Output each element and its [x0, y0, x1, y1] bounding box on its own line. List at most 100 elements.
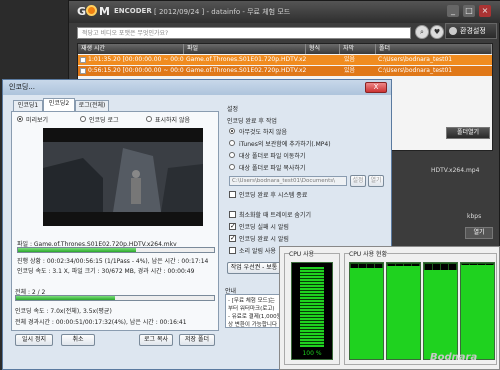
radio-do-nothing[interactable] — [229, 128, 235, 134]
row-time: 1:01:35.20 [00:00:00.00 ~ 00:00:00.00] — [88, 56, 184, 63]
cpu-usage-bar — [300, 267, 324, 347]
cpu-history-title: CPU 사용 현황 — [349, 249, 388, 258]
radio-preview[interactable] — [17, 116, 23, 122]
logo-letter-g: G — [77, 5, 87, 18]
sound-checkbox[interactable] — [229, 247, 236, 254]
speed-stat-line: 인코딩 속도 : 3.1 X, 파일 크기 : 30/672 MB, 경과 시간… — [17, 268, 195, 275]
radio-log-label: 인코딩 로그 — [89, 117, 119, 124]
open-button[interactable]: 열기 — [465, 227, 493, 239]
total-progress-fill — [16, 296, 115, 300]
table-row[interactable]: 0:56:15.20 [00:00:00.00 ~ 00:00:00.00] G… — [78, 66, 492, 76]
pause-button[interactable]: 일시 정지 — [15, 334, 53, 346]
settings-title: 설정 — [227, 106, 239, 113]
radio-hide[interactable] — [146, 116, 152, 122]
shutdown-label: 인코딩 완료 후 시스템 종료 — [239, 192, 308, 199]
notice-line: 상 변환이 가능합니다 — [228, 322, 278, 328]
core-graph — [423, 262, 458, 360]
maximize-button[interactable]: □ — [463, 5, 475, 17]
notice-line: 부터 워터마크(로고) — [228, 306, 275, 312]
notify-fail-checkbox[interactable] — [229, 222, 236, 230]
tray-checkbox[interactable] — [229, 211, 236, 218]
column-header-format[interactable]: 형식 — [306, 44, 340, 54]
priority-dropdown[interactable]: 작업 우선권 - 보통 — [227, 262, 281, 274]
dialog-close-button[interactable]: X — [365, 82, 387, 93]
cpu-usage-meter: 100 % — [291, 262, 333, 360]
cpu-usage-group: CPU 사용 100 % — [284, 249, 340, 365]
core-graph — [460, 262, 495, 360]
shutdown-checkbox[interactable] — [229, 191, 236, 198]
watermark-logo: Bodnara — [430, 352, 478, 363]
copy-log-button[interactable]: 로그 복사 — [139, 334, 173, 346]
total-progress-bar — [15, 295, 215, 301]
cpu-history-group: CPU 사용 현황 — [344, 249, 497, 365]
gear-icon — [449, 27, 457, 35]
title-bar[interactable]: G M ENCODER [ 2012/09/24 ] - datainfo - … — [69, 1, 500, 23]
radio-encoding-log[interactable] — [80, 116, 86, 122]
video-frame-image — [43, 128, 203, 226]
notify-fail-label: 인코딩 실패 시 알림 — [239, 224, 289, 231]
total-speed-line: 인코딩 속도 : 7.0x(전체), 3.5x(평균) — [15, 308, 112, 315]
after-complete-label: 인코딩 완료 후 작업 — [227, 118, 277, 125]
row-checkbox[interactable] — [80, 68, 86, 74]
notice-box: - [무료 체험 모드]는 부터 워터마크(로고) - 유료로 결제(1,000… — [225, 294, 281, 328]
core-graph — [386, 262, 421, 360]
core-graph — [349, 262, 384, 360]
row-folder: C:\Users\bodnara_test01 — [378, 56, 453, 63]
row-file: Game.of.Thrones.S01E02.720p.HDTV.x264.MK… — [186, 67, 306, 74]
progress-stat-line: 진행 상황 : 00:02:34/00:56:15 (1/1Pass - 4%)… — [17, 258, 209, 265]
logo-letter-m: M — [99, 5, 110, 18]
core-graph-fill — [350, 267, 383, 359]
column-header-time[interactable]: 재생 시간 — [78, 44, 184, 54]
cpu-usage-value: 100 % — [302, 350, 322, 357]
cpu-usage-title: CPU 사용 — [289, 249, 315, 258]
radio-move-label: 대상 폴더로 파일 이동하기 — [239, 153, 306, 160]
file-progress-bar — [17, 247, 215, 253]
tray-label: 최소화할 때 트레이로 숨기기 — [239, 212, 311, 219]
minimize-button[interactable]: _ — [447, 5, 459, 17]
radio-itunes[interactable] — [229, 140, 235, 146]
app-version-text: [ 2012/09/24 ] - datainfo - 무료 체험 모드 — [154, 8, 291, 16]
radio-copy-label: 대상 폴더로 파일 복사하기 — [239, 165, 306, 172]
path-open-button[interactable]: 열기 — [368, 175, 384, 187]
close-button[interactable]: × — [479, 5, 491, 17]
table-row[interactable]: 1:01:35.20 [00:00:00.00 ~ 00:00:00.00] G… — [78, 55, 492, 65]
total-time-line: 전체 경과시간 : 00:00:51/00:17:32(4%), 남은 시간 :… — [15, 319, 187, 326]
favorite-icon[interactable]: ♥ — [430, 25, 444, 39]
search-input[interactable]: 적당고 비디오 포맷은 무엇인가요? — [77, 27, 411, 39]
save-folder-button[interactable]: 저장 폴더 — [179, 334, 215, 346]
column-header-subtitle[interactable]: 자막 — [340, 44, 376, 54]
file-progress-fill — [18, 248, 136, 252]
notice-line: - 유료로 결제(1,000원 — [228, 314, 281, 320]
row-subtitle: 있음 — [344, 67, 356, 74]
target-path-field[interactable]: C:\Users\bodnara_test01\Documents\ — [229, 176, 347, 186]
open-folder-button[interactable]: 폴더열기 — [446, 127, 490, 139]
core-graph-fill — [424, 269, 457, 359]
search-icon[interactable]: ⌕ — [415, 25, 429, 39]
dialog-title[interactable]: 인코딩... — [3, 80, 391, 95]
cancel-button[interactable]: 취소 — [61, 334, 95, 346]
logo-circle-icon — [86, 5, 97, 16]
logo-encoder-text: ENCODER — [114, 7, 152, 15]
core-graph-fill — [387, 265, 420, 359]
sound-label: 소리 알림 사용 — [239, 248, 276, 255]
path-set-button[interactable]: 설정 — [350, 175, 366, 187]
notice-line: - [무료 체험 모드]는 — [228, 298, 275, 304]
row-file: Game.of.Thrones.S01E01.720p.HDTV.x264.MK… — [186, 56, 306, 63]
bitrate-unit: kbps — [467, 213, 482, 220]
radio-itunes-label: iTunes의 보관함에 추가하기(.MP4) — [239, 141, 331, 148]
row-checkbox[interactable] — [80, 57, 86, 63]
core-graph-fill — [461, 264, 494, 359]
radio-copy-file[interactable] — [229, 164, 235, 170]
row-subtitle: 있음 — [344, 56, 356, 63]
radio-preview-label: 미리보기 — [26, 117, 49, 124]
settings-button[interactable]: 환경설정 — [445, 23, 497, 39]
tab-encoding-2[interactable]: 인코딩2 — [43, 98, 75, 111]
column-header-file[interactable]: 파일 — [184, 44, 306, 54]
radio-hide-label: 표시하지 않음 — [155, 117, 191, 124]
tab-encoding-1[interactable]: 인코딩1 — [13, 100, 43, 111]
tab-log-all[interactable]: 로그(전체) — [75, 100, 109, 111]
column-header-folder[interactable]: 폴더 — [376, 44, 492, 54]
radio-move-file[interactable] — [229, 152, 235, 158]
notify-done-checkbox[interactable] — [229, 234, 236, 242]
radio-do-nothing-label: 아무것도 하지 않음 — [239, 129, 287, 136]
